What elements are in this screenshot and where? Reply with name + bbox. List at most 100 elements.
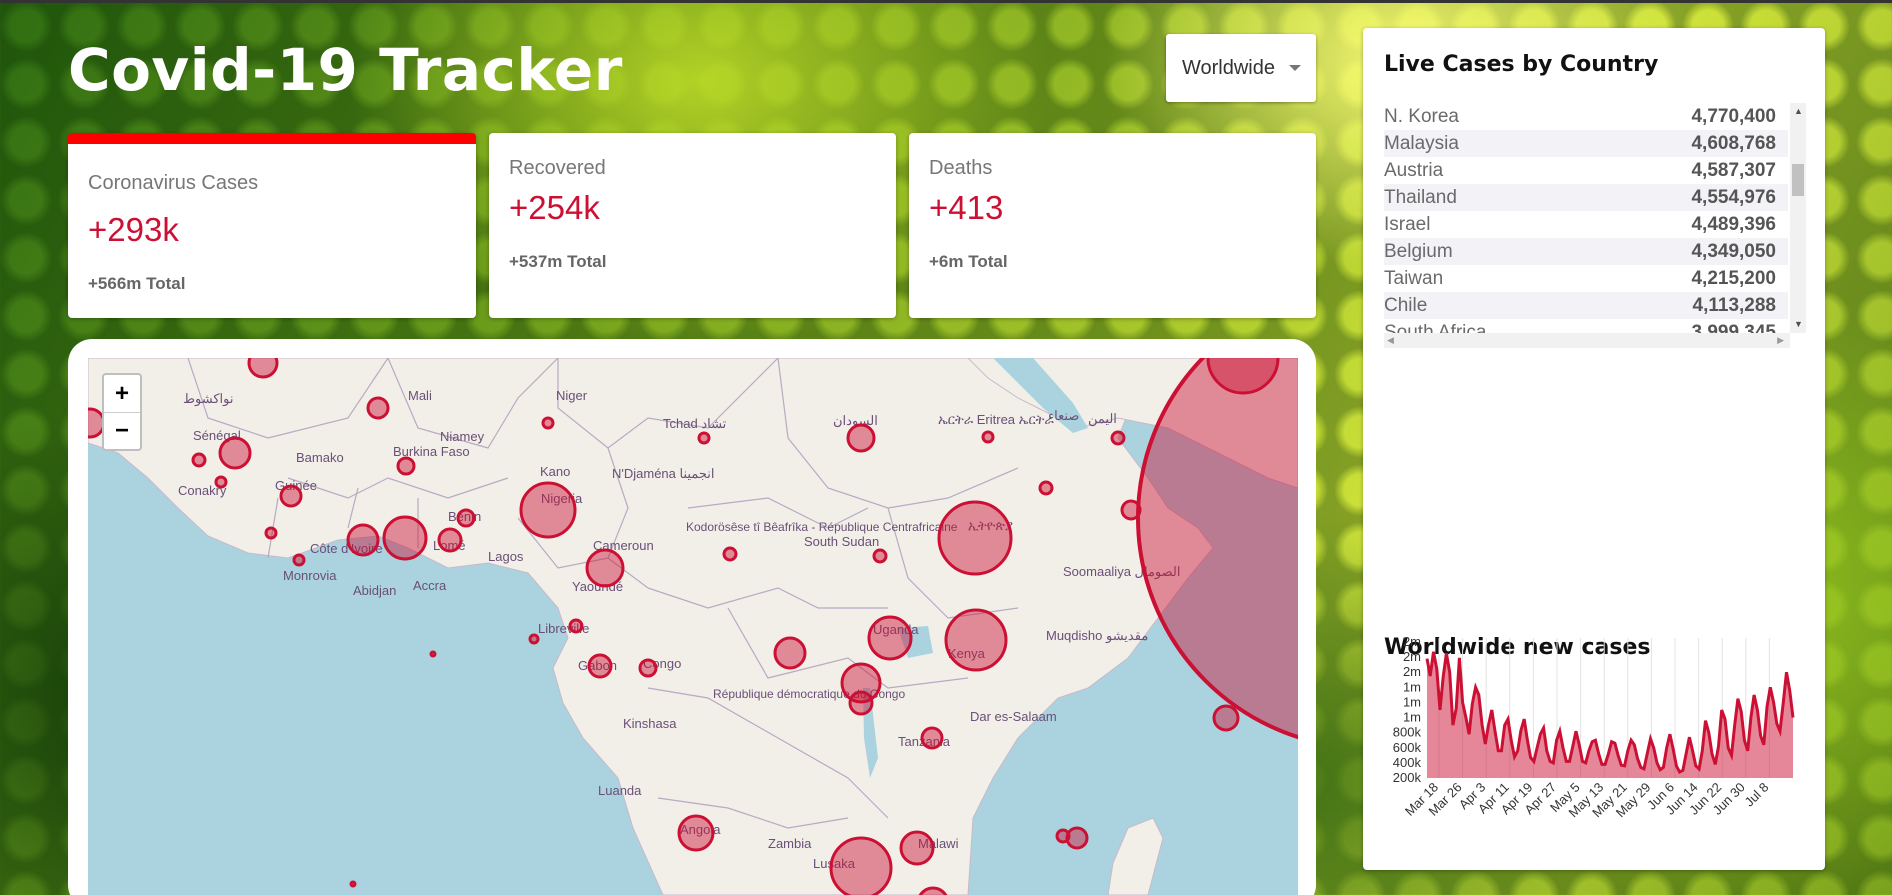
case-count: 4,349,050 [1691,240,1776,262]
case-circle [264,526,278,540]
madagascar-land [1107,817,1164,895]
table-row: Belgium 4,349,050 [1384,238,1788,265]
table-rows: N. Korea 4,770,400 Malaysia 4,608,768 Austri… [1384,103,1788,348]
country-name: Thailand [1384,186,1457,208]
case-circle [1038,480,1054,496]
case-count: 4,770,400 [1691,105,1776,127]
y-tick-label: 600k [1393,740,1422,755]
cases-card[interactable]: Coronavirus Cases +293k +566m Total [68,133,476,318]
map[interactable]: Mali Niger Tchad تشاد السودان ኤርትራ Eritr… [88,358,1298,895]
case-circle [1136,358,1298,740]
case-circle [829,836,893,895]
case-circle [872,548,888,564]
y-tick-label: 2m [1403,664,1421,679]
case-circle [568,618,584,634]
zoom-in-button[interactable]: + [104,375,140,412]
map-label: Niamey [440,429,485,444]
live-cases-title: Live Cases by Country [1384,52,1659,77]
card-total: +537m Total [509,252,607,271]
map-zoom-control: + − [102,373,142,451]
y-tick-label: 2m [1403,634,1421,649]
country-name: Belgium [1384,240,1453,262]
vertical-scrollbar[interactable]: ▲ ▼ [1790,103,1806,333]
y-tick-label: 1m [1403,679,1421,694]
map-label: Tchad تشاد [663,416,727,431]
country-select-value: Worldwide [1182,56,1275,79]
country-name: N. Korea [1384,105,1459,127]
country-name: Austria [1384,159,1444,181]
card-label: Recovered [509,157,606,179]
scroll-up-icon[interactable]: ▲ [1794,106,1803,116]
country-name: Chile [1384,294,1428,316]
map-label: Bamako [296,450,344,465]
zoom-out-button[interactable]: − [104,412,140,449]
deaths-card[interactable]: Deaths +413 +6m Total [909,133,1316,318]
case-count: 4,489,396 [1691,213,1776,235]
app-title: Covid-19 Tracker [68,36,623,104]
africa-land [88,358,1214,895]
card-label: Coronavirus Cases [88,172,259,194]
map-label: Abidjan [353,583,396,598]
map-label: Accra [413,578,447,593]
case-circle [587,653,613,679]
map-label: Dar es-Salaam [970,709,1057,724]
scroll-right-icon[interactable]: ▶ [1777,335,1784,346]
scroll-thumb[interactable] [1792,164,1804,196]
new-cases-chart: 200k400k600k800k1m1m1m2m2m2m Mar 18Mar 2… [1393,634,1795,820]
y-tick-label: 2m [1403,649,1421,664]
case-circle [981,430,995,444]
map-label: Monrovia [283,568,337,583]
case-circle [1065,826,1089,850]
case-circle [1212,704,1240,732]
case-circle [429,650,437,658]
table-row: Malaysia 4,608,768 [1384,130,1788,157]
case-circle [528,633,540,645]
case-circle [722,546,738,562]
case-circle [292,553,306,567]
case-circle [920,726,944,750]
case-circle [456,508,476,528]
scroll-down-icon[interactable]: ▼ [1794,319,1803,329]
card-value: +293k [88,211,179,248]
case-circle [585,548,625,588]
country-select[interactable]: Worldwide [1166,34,1316,102]
table-row: Thailand 4,554,976 [1384,184,1788,211]
map-label: Lagos [488,549,524,564]
card-value: +413 [929,189,1004,226]
map-label: Niger [556,388,588,403]
case-circle [899,830,935,866]
map-label: صنعاء [1048,408,1079,423]
map-label: نواكشوط [183,391,233,407]
map-label: South Sudan [804,534,879,549]
map-label: Zambia [768,836,812,851]
country-name: Taiwan [1384,267,1444,289]
table-row: Taiwan 4,215,200 [1384,265,1788,292]
case-circle [218,436,252,470]
case-circle [697,431,711,445]
case-circle [349,880,357,888]
case-circle [366,396,390,420]
card-value: +254k [509,189,600,226]
case-circle [1120,499,1142,521]
recovered-card[interactable]: Recovered +254k +537m Total [489,133,896,318]
case-circle [214,475,228,489]
case-count: 4,587,307 [1691,159,1776,181]
table-row: Austria 4,587,307 [1384,157,1788,184]
scroll-left-icon[interactable]: ◀ [1387,335,1394,346]
case-circle [937,500,1013,576]
case-count: 4,215,200 [1691,267,1776,289]
card-label: Deaths [929,157,993,179]
case-circle [247,358,279,379]
horizontal-scrollbar[interactable]: ◀ ▶ [1384,333,1790,348]
map-label: Muqdisho مقديشو [1046,628,1148,644]
live-cases-table[interactable]: N. Korea 4,770,400 Malaysia 4,608,768 Austri… [1384,103,1806,348]
case-circle [541,416,555,430]
map-tiles: Mali Niger Tchad تشاد السودان ኤርትራ Eritr… [88,358,1298,895]
table-row: Israel 4,489,396 [1384,211,1788,238]
map-label: Kodorösêse tî Bêafrîka - République Cent… [686,520,958,534]
table-row: N. Korea 4,770,400 [1384,103,1788,130]
case-circle [437,527,463,553]
case-circle [519,481,577,539]
case-circle [638,658,658,678]
x-tick-label: Jul 8 [1741,780,1771,810]
